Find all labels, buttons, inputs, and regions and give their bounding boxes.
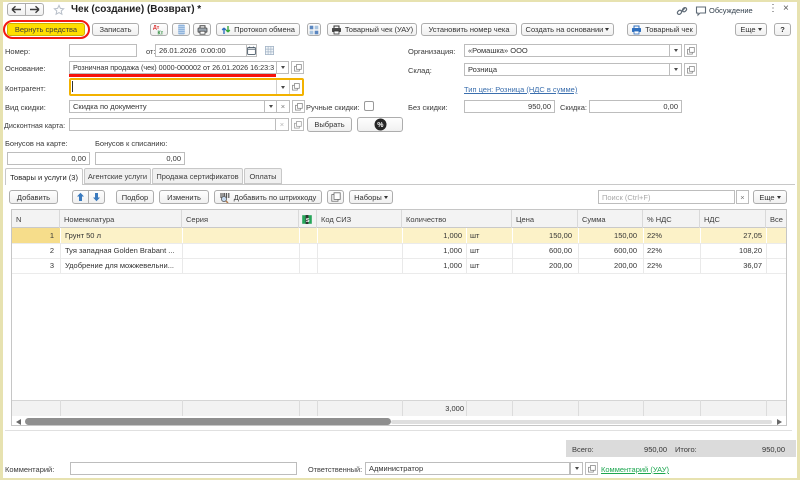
svg-text:%: % [377,122,384,129]
svg-text:Кт: Кт [158,31,164,36]
svg-text:s: s [306,217,310,224]
